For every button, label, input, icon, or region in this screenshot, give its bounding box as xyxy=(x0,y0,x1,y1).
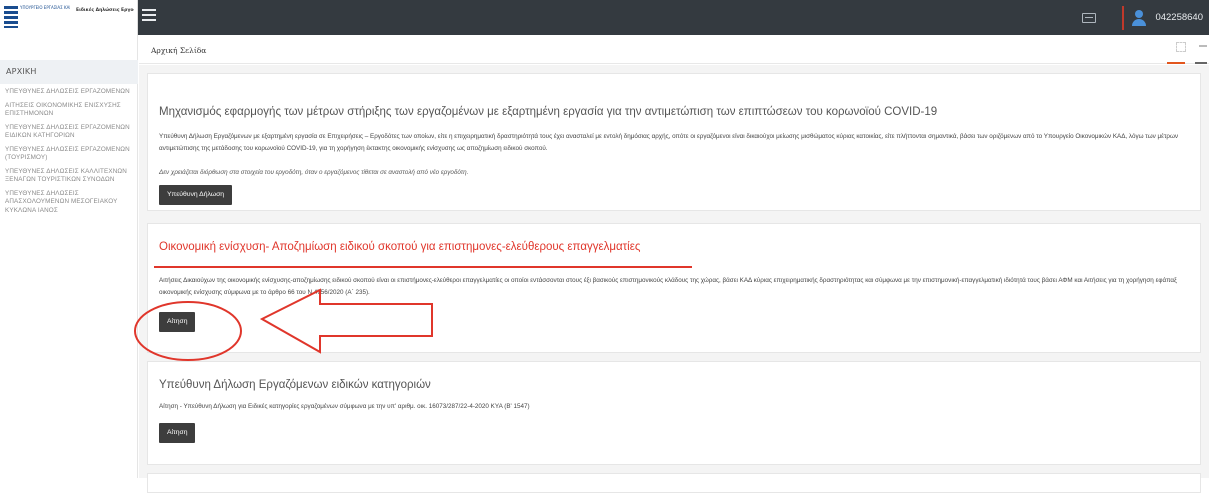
user-id[interactable]: 042258640 xyxy=(1155,12,1209,23)
sidebar-item-employee-declarations[interactable]: ΥΠΕΥΘΥΝΕΣ ΔΗΛΩΣΕΙΣ ΕΡΓΑΖΟΜΕΝΩΝ xyxy=(0,88,138,97)
active-tab-indicator xyxy=(1167,62,1185,64)
sidebar-item-tourism[interactable]: ΥΠΕΥΘΥΝΕΣ ΔΗΛΩΣΕΙΣ ΕΡΓΑΖΟΜΕΝΩΝ (ΤΟΥΡΙΣΜΟ… xyxy=(0,146,138,163)
main-content: Μηχανισμός εφαρμογής των μέτρων στήριξης… xyxy=(139,65,1209,493)
greek-emblem-icon xyxy=(4,6,18,28)
application-button[interactable]: Αίτηση xyxy=(159,312,196,332)
header-divider xyxy=(1122,5,1125,30)
minimize-icon[interactable] xyxy=(1199,45,1207,47)
panel-description: Υπεύθυνη Δήλωση Εργαζόμενων με εξαρτημέν… xyxy=(159,133,1179,152)
panel-scientist-support: Οικονομική ενίσχυση- Αποζημίωση ειδικού … xyxy=(147,223,1201,353)
top-bar: ΥΠΟΥΡΓΕΙΟ ΕΡΓΑΣΙΑΣ ΚΑΙ ΚΟΙΝΩΝΙΚΩΝ ΥΠΟΘΕΣ… xyxy=(0,0,1209,35)
sidebar-item-home[interactable]: ΑΡΧΙΚΗ xyxy=(0,60,138,84)
panel-note: Δεν χρειάζεται διόρθωση στα στοιχεία του… xyxy=(159,169,469,176)
breadcrumb-bar: Αρχική Σελίδα xyxy=(139,35,1209,64)
logo[interactable]: ΥΠΟΥΡΓΕΙΟ ΕΡΓΑΣΙΑΣ ΚΑΙ ΚΟΙΝΩΝΙΚΩΝ ΥΠΟΘΕΣ… xyxy=(0,0,138,35)
id-card-icon[interactable] xyxy=(1082,12,1097,23)
sidebar: ΑΡΧΙΚΗ ΥΠΕΥΘΥΝΕΣ ΔΗΛΩΣΕΙΣ ΕΡΓΑΖΟΜΕΝΩΝ ΑΙ… xyxy=(0,35,138,478)
panel-next xyxy=(147,473,1201,493)
user-area: 042258640 xyxy=(1082,0,1209,35)
menu-toggle-icon[interactable] xyxy=(142,9,156,23)
sidebar-item-ianos[interactable]: ΥΠΕΥΘΥΝΕΣ ΔΗΛΩΣΕΙΣ ΑΠΑΣΧΟΛΟΥΜΕΝΩΝ ΜΕΣΟΓΕ… xyxy=(0,190,138,216)
panel-title: Υπεύθυνη Δήλωση Εργαζόμενων ειδικών κατη… xyxy=(159,379,431,391)
panel-description: Αιτήσεις Δικαιούχων της οικονομικής ενίσ… xyxy=(159,277,1177,296)
title-annotation-underline xyxy=(154,266,692,268)
panel-title: Οικονομική ενίσχυση- Αποζημίωση ειδικού … xyxy=(159,241,641,253)
sidebar-menu: ΥΠΕΥΘΥΝΕΣ ΔΗΛΩΣΕΙΣ ΕΡΓΑΖΟΜΕΝΩΝ ΑΙΤΗΣΕΙΣ … xyxy=(0,88,138,220)
panel-title: Μηχανισμός εφαρμογής των μέτρων στήριξης… xyxy=(159,106,938,118)
logo-app-text: Ειδικές Δηλώσεις Εργοδοτών xyxy=(76,8,134,13)
sidebar-item-special-categories[interactable]: ΥΠΕΥΘΥΝΕΣ ΔΗΛΩΣΕΙΣ ΕΡΓΑΖΟΜΕΝΩΝ ΕΙΔΙΚΩΝ Κ… xyxy=(0,124,138,141)
fullscreen-icon[interactable] xyxy=(1176,42,1186,52)
panel-special-categories: Υπεύθυνη Δήλωση Εργαζόμενων ειδικών κατη… xyxy=(147,361,1201,465)
declaration-button[interactable]: Υπεύθυνη Δήλωση xyxy=(159,185,233,205)
panel-covid-support: Μηχανισμός εφαρμογής των μέτρων στήριξης… xyxy=(147,73,1201,211)
user-icon[interactable] xyxy=(1131,9,1147,26)
breadcrumb[interactable]: Αρχική Σελίδα xyxy=(151,46,206,55)
sidebar-item-scientist-support[interactable]: ΑΙΤΗΣΕΙΣ ΟΙΚΟΝΟΜΙΚΗΣ ΕΝΙΣΧΥΣΗΣ ΕΠΙΣΤΗΜΟΝ… xyxy=(0,102,138,119)
logo-ministry-text: ΥΠΟΥΡΓΕΙΟ ΕΡΓΑΣΙΑΣ ΚΑΙ ΚΟΙΝΩΝΙΚΩΝ ΥΠΟΘΕΣ… xyxy=(20,5,70,10)
panel-description: Αίτηση - Υπεύθυνη Δήλωση για Ειδικές κατ… xyxy=(159,403,530,410)
sidebar-item-artists-guides[interactable]: ΥΠΕΥΘΥΝΕΣ ΔΗΛΩΣΕΙΣ ΚΑΛΛΙΤΕΧΝΩΝ ΞΕΝΑΓΩΝ Τ… xyxy=(0,168,138,185)
application-button[interactable]: Αίτηση xyxy=(159,423,196,443)
tab-indicator xyxy=(1195,62,1207,64)
